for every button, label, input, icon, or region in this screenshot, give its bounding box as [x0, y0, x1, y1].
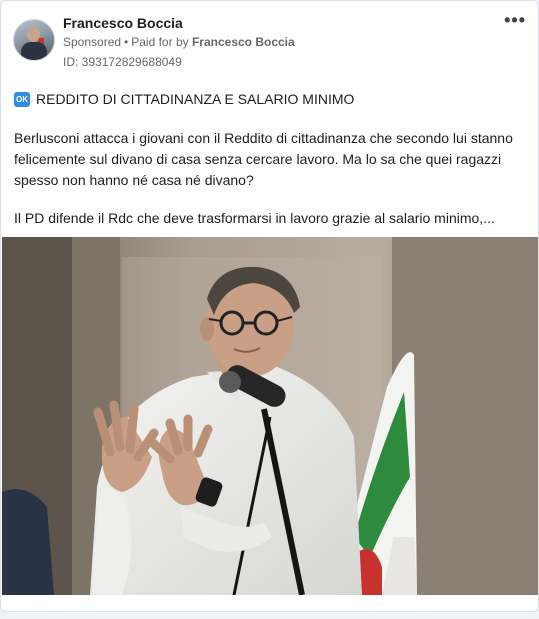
post-header: Francesco Boccia Sponsored • Paid for by F…: [13, 15, 526, 69]
ad-id: ID: 393172829688049: [63, 55, 182, 69]
paid-for-name: Francesco Boccia: [191, 35, 295, 49]
sponsored-line: Sponsored • Paid for by Francesco Boccia: [63, 35, 295, 49]
sponsored-label: Sponsored: [63, 35, 122, 49]
headline-text: REDDITO DI CITTADINANZA E SALARIO MINIMO: [36, 91, 355, 107]
paragraph-2: Il PD difende il Rdc che deve trasformar…: [14, 210, 495, 226]
author-name[interactable]: Francesco Boccia: [63, 15, 183, 31]
author-avatar[interactable]: [13, 19, 55, 61]
post-headline: OK REDDITO DI CITTADINANZA E SALARIO MIN…: [14, 89, 526, 110]
paragraph-1: Berlusconi attacca i giovani con il Redd…: [14, 130, 513, 188]
ad-post-card: Francesco Boccia Sponsored • Paid for by F…: [0, 0, 539, 612]
speaker-photo-illustration: [2, 237, 538, 595]
more-options-icon[interactable]: •••: [504, 11, 526, 29]
separator-dot: •: [124, 35, 129, 49]
post-photo[interactable]: [2, 237, 538, 595]
post-text: OK REDDITO DI CITTADINANZA E SALARIO MIN…: [14, 89, 526, 246]
ok-emoji-icon: OK: [14, 92, 30, 107]
paid-for-prefix: Paid for by: [131, 35, 189, 49]
